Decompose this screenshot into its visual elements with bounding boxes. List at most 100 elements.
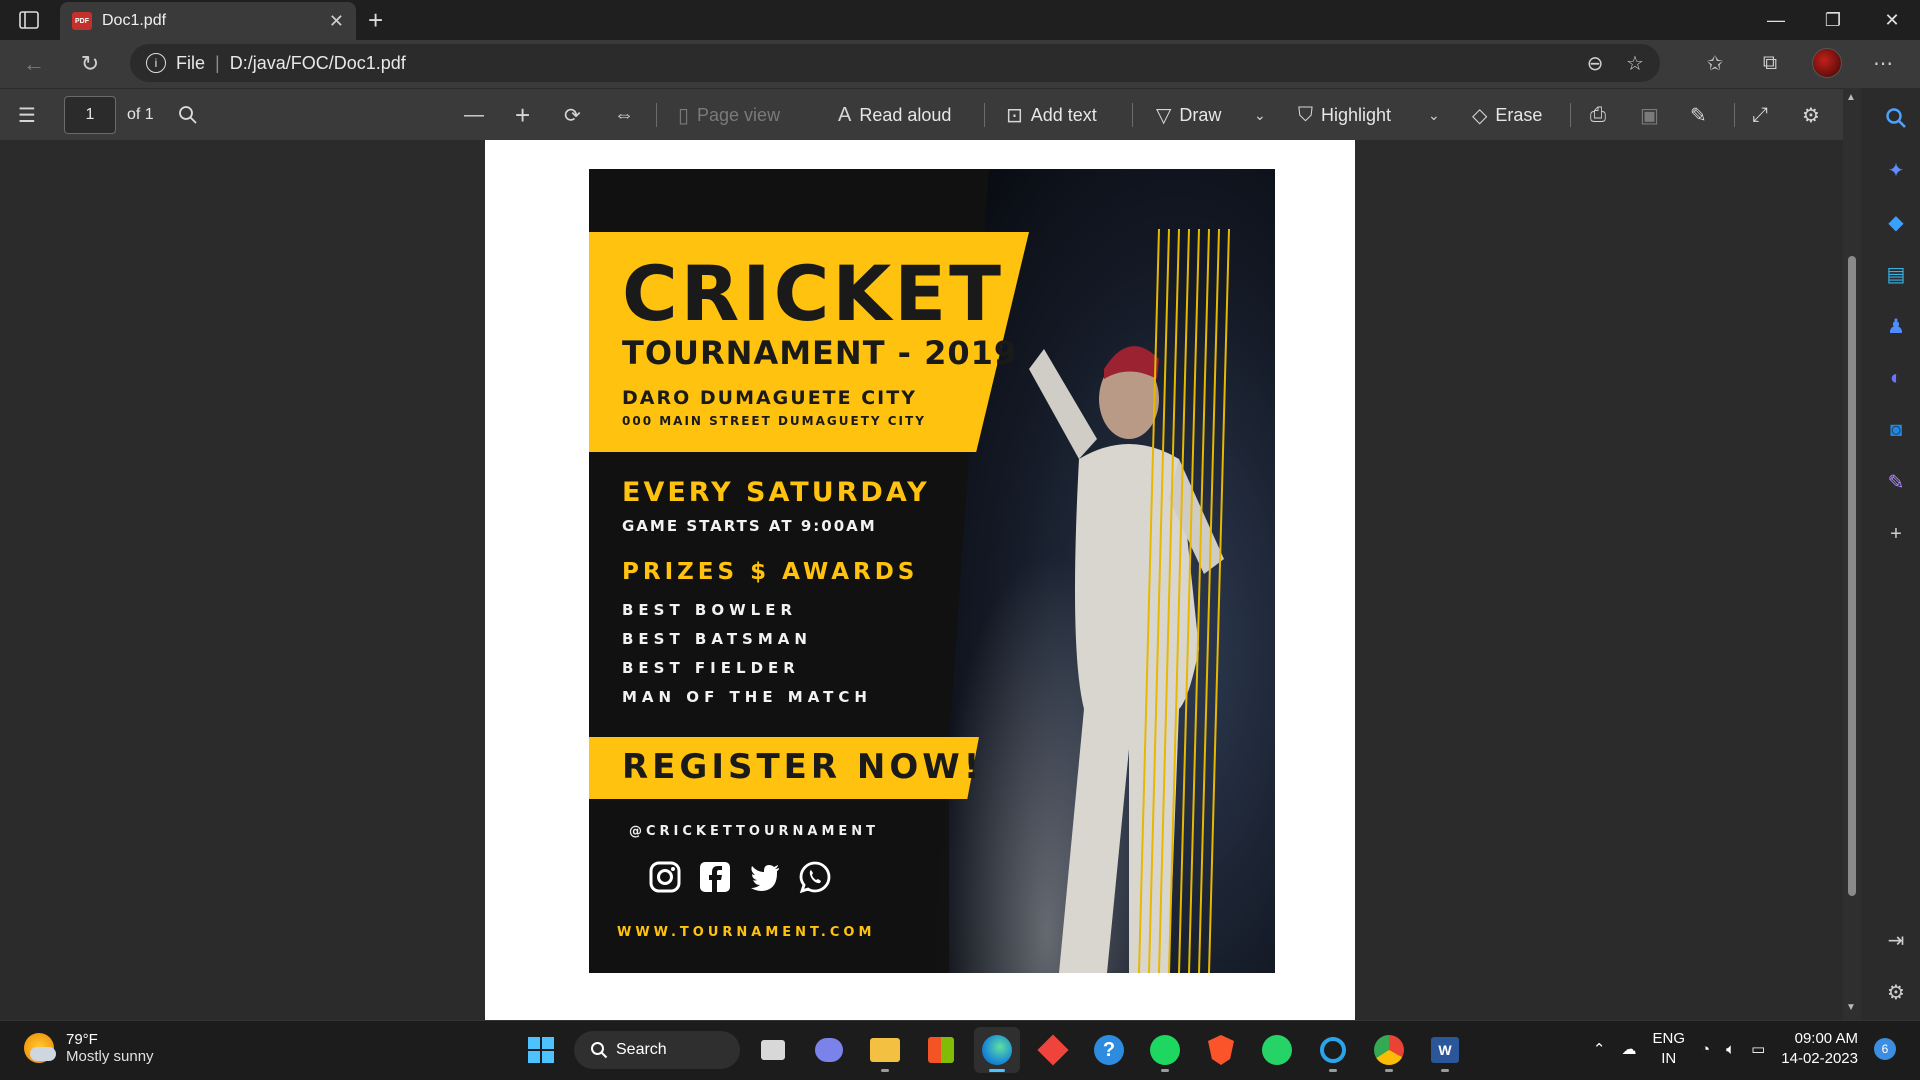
notification-badge[interactable]: 6 [1874,1038,1896,1060]
games-icon[interactable]: ♟ [1882,312,1910,340]
sidebar-settings-icon[interactable]: ⚙ [1882,978,1910,1006]
draw-button[interactable]: ▽ Draw [1156,89,1221,141]
scroll-up-arrow[interactable]: ▲ [1846,92,1856,103]
wifi-icon[interactable]: ◔ [1701,1041,1710,1058]
contents-button[interactable]: ☰ [18,89,36,141]
shopping-tag-icon[interactable]: ◆ [1882,208,1910,236]
add-text-button[interactable]: ⊡ Add text [1006,89,1097,141]
search-icon[interactable] [1882,104,1910,132]
tools-icon[interactable]: ▤ [1882,260,1910,288]
zoom-out-button[interactable]: — [464,89,484,141]
award-item: BEST BATSMAN [622,630,812,648]
chevron-up-icon[interactable]: ⌃ [1593,1040,1606,1058]
minimize-button[interactable]: — [1748,0,1804,40]
help-icon: ? [1094,1035,1124,1065]
chrome-button[interactable] [1366,1027,1412,1073]
scroll-down-arrow[interactable]: ▼ [1846,1002,1856,1013]
add-sidebar-app-icon[interactable]: + [1882,520,1910,548]
edge-button[interactable] [974,1027,1020,1073]
read-aloud-button[interactable]: A Read aloud [838,89,951,141]
word-icon: W [1431,1037,1459,1063]
close-tab-icon[interactable]: ✕ [329,11,344,32]
windows-taskbar: 79°F Mostly sunny Search ? W ⌃ ☁ ENG IN [0,1020,1920,1080]
favorites-icon[interactable]: ✩ [1702,50,1728,76]
start-button[interactable] [518,1027,564,1073]
cricket-poster: CRICKET TOURNAMENT - 2019 DARO DUMAGUETE… [589,169,1275,973]
help-button[interactable]: ? [1086,1027,1132,1073]
browser-tab[interactable]: PDF Doc1.pdf ✕ [60,2,356,40]
fit-width-button[interactable]: ⇔ [614,89,634,141]
tab-actions-button[interactable] [0,0,58,40]
whatsapp-icon [1262,1035,1292,1065]
pdf-icon: PDF [72,12,92,30]
more-menu-icon[interactable]: ⋯ [1870,50,1896,76]
fullscreen-button[interactable]: ⤢ [1752,89,1768,141]
spotify-button[interactable] [1142,1027,1188,1073]
profile-avatar[interactable] [1812,48,1842,78]
new-tab-button[interactable]: + [368,6,383,34]
onedrive-icon[interactable]: ☁ [1621,1040,1636,1058]
folder-icon [870,1038,900,1062]
file-explorer-button[interactable] [862,1027,908,1073]
clock-date: 14-02-2023 [1781,1050,1858,1067]
add-favorite-icon[interactable]: ☆ [1622,50,1648,76]
taskbar-apps: Search ? W [518,1027,1468,1073]
spotify-icon [1150,1035,1180,1065]
weather-widget[interactable]: 79°F Mostly sunny [24,1031,154,1065]
rotate-button[interactable]: ⟳ [564,89,581,141]
whatsapp-button[interactable] [1254,1027,1300,1073]
store-button[interactable] [918,1027,964,1073]
zoom-out-icon[interactable]: ⊖ [1582,50,1608,76]
info-icon[interactable]: i [146,53,166,73]
url-text[interactable]: D:/java/FOC/Doc1.pdf [230,53,406,74]
refresh-button[interactable]: ↻ [72,48,108,80]
hide-sidebar-icon[interactable]: ⇥ [1882,926,1910,954]
task-view-button[interactable] [750,1027,796,1073]
scroll-thumb[interactable] [1848,256,1856,896]
tab-bar: PDF Doc1.pdf ✕ + — ❐ ✕ [0,0,1920,40]
chrome-icon [1374,1035,1404,1065]
language-indicator[interactable]: ENG IN [1652,1029,1685,1069]
pdf-toolbar: ☰ 1 of 1 — + ⟳ ⇔ ▯ Page view A Read aloud … [0,88,1843,140]
volume-muted-icon[interactable]: 🔈︎ [1726,1041,1735,1058]
zoom-in-button[interactable]: + [515,89,530,141]
drop-icon[interactable]: ✎ [1882,468,1910,496]
printer-icon: ⎙ [1590,103,1606,126]
highlight-button[interactable]: ⛉ Highlight [1298,89,1391,141]
anydesk-button[interactable] [1030,1027,1076,1073]
word-button[interactable]: W [1422,1027,1468,1073]
toolbar-divider [656,103,657,127]
print-button[interactable]: ⎙ [1590,89,1606,141]
brave-button[interactable] [1198,1027,1244,1073]
navigation-bar: ← ↻ i File | D:/java/FOC/Doc1.pdf ⊖ ☆ ✩ … [0,40,1920,88]
vertical-scrollbar[interactable]: ▲ ▼ [1843,88,1861,1020]
draw-options-button[interactable]: ⌄ [1254,89,1266,141]
close-window-button[interactable]: ✕ [1864,0,1920,40]
toolbar-divider [984,103,985,127]
find-button[interactable] [178,89,198,141]
address-bar[interactable]: i File | D:/java/FOC/Doc1.pdf ⊖ ☆ [130,44,1660,82]
gear-icon: ⚙ [1802,104,1820,127]
page-view-button[interactable]: ▯ Page view [678,89,780,141]
lang-top: ENG [1652,1030,1685,1047]
taskbar-search[interactable]: Search [574,1031,740,1069]
page-number-input[interactable]: 1 [64,96,116,134]
save-as-button[interactable]: ✎ [1690,89,1707,141]
collections-icon[interactable]: ⧉ [1757,50,1783,76]
pdf-viewer[interactable]: CRICKET TOURNAMENT - 2019 DARO DUMAGUETE… [0,140,1843,1020]
cortana-button[interactable] [1310,1027,1356,1073]
outlook-icon[interactable]: ◙ [1882,416,1910,444]
copilot-icon[interactable]: ✦ [1882,156,1910,184]
teams-chat-button[interactable] [806,1027,852,1073]
clock[interactable]: 09:00 AM 14-02-2023 [1781,1029,1858,1069]
save-button[interactable]: ▣ [1640,89,1659,141]
award-item: BEST BOWLER [622,601,798,619]
settings-button[interactable]: ⚙ [1802,89,1820,141]
microsoft365-icon[interactable]: ◐ [1882,364,1910,392]
battery-icon[interactable]: ▭ [1751,1040,1765,1058]
restore-button[interactable]: ❐ [1805,0,1861,40]
highlight-options-button[interactable]: ⌄ [1428,89,1440,141]
back-button[interactable]: ← [16,48,52,80]
erase-button[interactable]: ◇ Erase [1472,89,1542,141]
weather-condition: Mostly sunny [66,1048,154,1065]
